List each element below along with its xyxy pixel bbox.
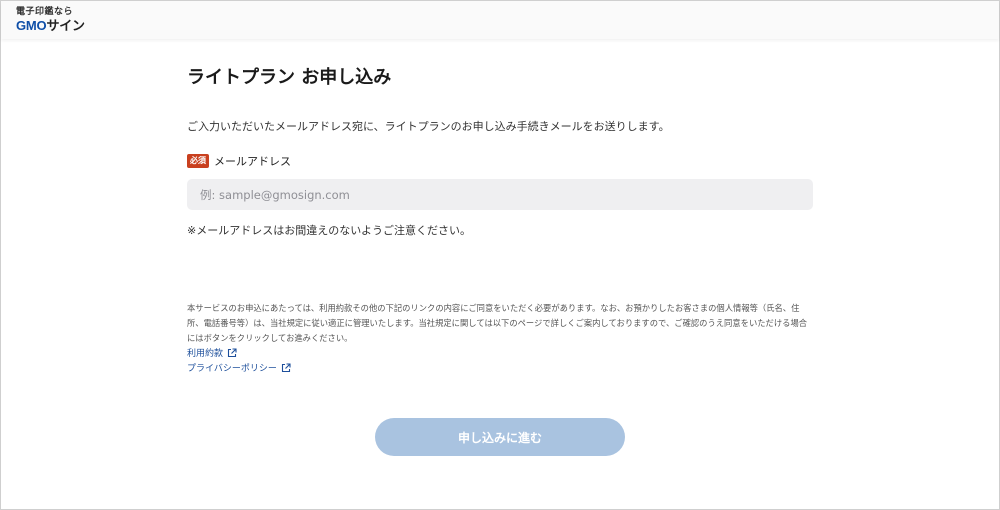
required-badge: 必須 xyxy=(187,154,209,168)
site-header: 電子印鑑なら GMOサイン xyxy=(1,1,999,39)
logo-wordmark: GMOサイン xyxy=(16,18,85,34)
gmo-sign-logo[interactable]: 電子印鑑なら GMOサイン xyxy=(16,7,85,34)
lead-text: ご入力いただいたメールアドレス宛に、ライトプランのお申し込み手続きメールをお送り… xyxy=(187,120,670,133)
email-note: ※メールアドレスはお間違えのないようご注意ください。 xyxy=(187,224,471,237)
terms-link[interactable]: 利用約款 xyxy=(187,346,237,359)
email-input[interactable] xyxy=(187,179,813,210)
email-label: メールアドレス xyxy=(214,155,291,168)
logo-product: サイン xyxy=(46,18,85,33)
logo-tagline: 電子印鑑なら xyxy=(16,7,74,17)
external-link-icon xyxy=(281,362,291,372)
email-label-row: 必須 メールアドレス xyxy=(187,153,291,169)
page-title: ライトプラン お申し込み xyxy=(187,67,392,88)
submit-button[interactable]: 申し込みに進む xyxy=(375,418,625,456)
terms-text: 本サービスのお申込にあたっては、利用約款その他の下記のリンクの内容にご同意をいた… xyxy=(187,303,808,343)
privacy-link-label: プライバシーポリシー xyxy=(187,364,277,374)
terms-link-label: 利用約款 xyxy=(187,349,224,359)
privacy-policy-link[interactable]: プライバシーポリシー xyxy=(187,361,291,374)
external-link-icon xyxy=(227,347,237,357)
logo-brand: GMO xyxy=(16,18,47,33)
